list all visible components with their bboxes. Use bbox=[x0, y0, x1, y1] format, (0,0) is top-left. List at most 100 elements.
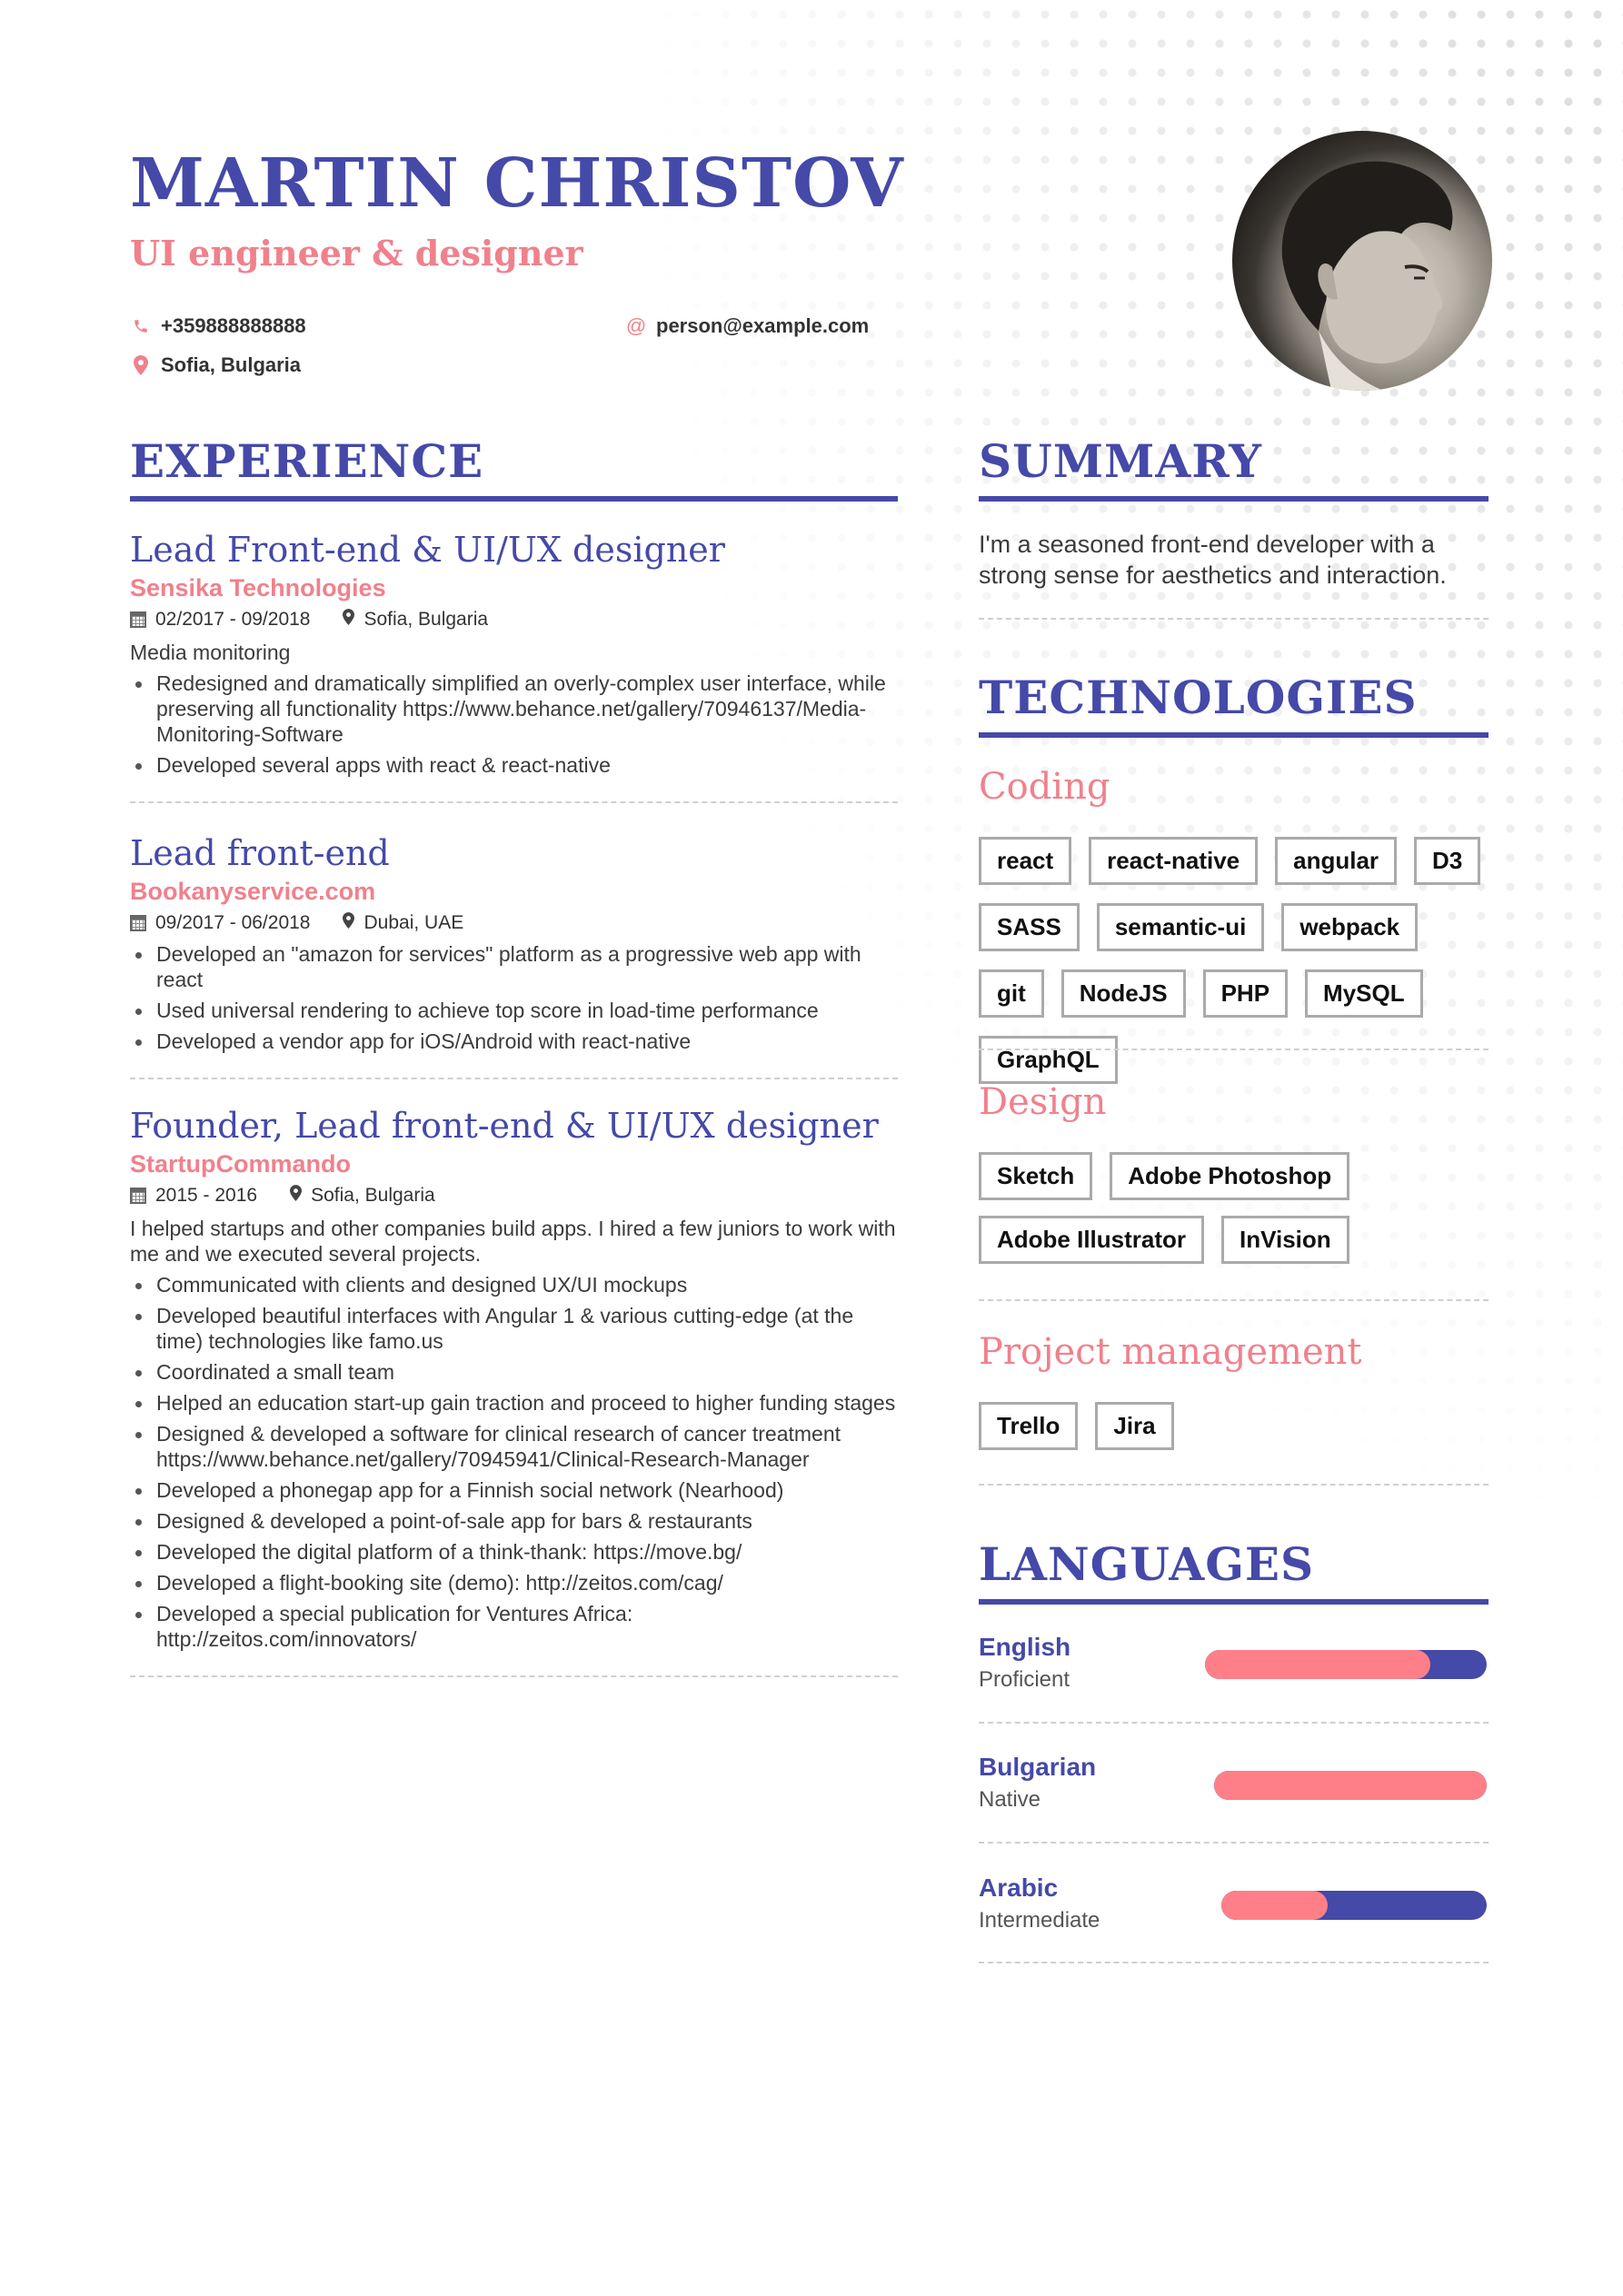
skill-tag: angular bbox=[1275, 837, 1398, 885]
job-entry: Founder, Lead front-end & UI/UX designer… bbox=[130, 1105, 898, 1677]
divider bbox=[130, 1675, 898, 1677]
job-meta: 2015 - 2016 Sofia, Bulgaria bbox=[130, 1183, 898, 1208]
job-dates: 02/2017 - 09/2018 bbox=[155, 609, 311, 630]
skill-tag: react-native bbox=[1089, 837, 1259, 885]
divider bbox=[979, 1722, 1489, 1724]
profile-photo bbox=[1232, 131, 1492, 391]
skill-tag: NodeJS bbox=[1060, 969, 1186, 1018]
job-entry: Lead Front-end & UI/UX designer Sensika … bbox=[130, 529, 898, 803]
job-bullet: Used universal rendering to achieve top … bbox=[130, 998, 898, 1023]
job-dates: 2015 - 2016 bbox=[155, 1185, 258, 1206]
job-bullets: Redesigned and dramatically simplified a… bbox=[130, 671, 898, 778]
language-proficiency-fill bbox=[1221, 1891, 1328, 1920]
job-meta: 02/2017 - 09/2018 Sofia, Bulgaria bbox=[130, 607, 898, 632]
job-title: Lead Front-end & UI/UX designer bbox=[130, 530, 725, 570]
location-pin-icon bbox=[343, 910, 355, 936]
job-bullet: Communicated with clients and designed U… bbox=[130, 1272, 898, 1297]
profile-photo-illustration bbox=[1281, 161, 1453, 391]
experience-section: EXPERIENCE Lead Front-end & UI/UX design… bbox=[130, 434, 898, 1677]
summary-heading: SUMMARY bbox=[979, 434, 1262, 488]
experience-heading: EXPERIENCE bbox=[130, 434, 484, 488]
divider bbox=[130, 1078, 898, 1079]
job-bullet: Developed a flight-booking site (demo): … bbox=[130, 1570, 898, 1595]
summary-section: SUMMARY I'm a seasoned front-end develop… bbox=[979, 434, 1489, 620]
job-bullet: Designed & developed a software for clin… bbox=[130, 1421, 898, 1472]
divider bbox=[979, 618, 1489, 620]
skill-tag: webpack bbox=[1281, 903, 1419, 951]
language-proficiency-bar bbox=[1214, 1771, 1487, 1800]
job-bullets: Developed an "amazon for services" platf… bbox=[130, 941, 898, 1054]
skill-tag: InVision bbox=[1221, 1216, 1349, 1264]
location-pin-icon bbox=[343, 607, 355, 632]
skill-tag: Jira bbox=[1095, 1402, 1174, 1450]
language-proficiency-fill bbox=[1205, 1650, 1430, 1679]
skill-tag: react bbox=[979, 837, 1072, 885]
job-description: Media monitoring bbox=[130, 641, 291, 664]
skill-tag: git bbox=[979, 969, 1044, 1018]
skill-tag: Trello bbox=[979, 1402, 1079, 1450]
languages-heading: LANGUAGES bbox=[979, 1537, 1315, 1591]
job-bullet: Redesigned and dramatically simplified a… bbox=[130, 671, 898, 747]
tech-group-title: Coding bbox=[979, 766, 1110, 808]
divider bbox=[979, 1049, 1489, 1050]
tech-group-title: Project management bbox=[979, 1331, 1362, 1373]
skill-tag: Adobe Photoshop bbox=[1110, 1152, 1350, 1200]
at-sign-icon: @ bbox=[625, 314, 647, 337]
job-bullet: Developed an "amazon for services" platf… bbox=[130, 941, 898, 992]
phone-icon bbox=[132, 318, 150, 334]
skill-tag: PHP bbox=[1202, 969, 1289, 1018]
summary-text: I'm a seasoned front-end developer with … bbox=[979, 531, 1447, 589]
tag-list: Adobe Illustrator InVision bbox=[979, 1216, 1489, 1264]
calendar-icon bbox=[130, 611, 146, 628]
calendar-icon bbox=[130, 915, 146, 931]
contact-phone: +359888888888 bbox=[132, 314, 306, 338]
job-meta: 09/2017 - 06/2018 Dubai, UAE bbox=[130, 910, 898, 936]
language-proficiency-bar bbox=[1205, 1650, 1487, 1679]
skill-tag: Sketch bbox=[979, 1152, 1093, 1200]
company-name: StartupCommando bbox=[130, 1150, 351, 1178]
contact-email: @ person@example.com bbox=[625, 314, 869, 338]
skill-tag: MySQL bbox=[1305, 969, 1423, 1018]
email-address[interactable]: person@example.com bbox=[656, 314, 869, 338]
languages-heading-rule bbox=[979, 1599, 1489, 1605]
location-text: Sofia, Bulgaria bbox=[161, 353, 302, 376]
skill-tag: GraphQL bbox=[979, 1036, 1118, 1084]
technologies-heading-rule bbox=[979, 732, 1489, 738]
job-title: Founder, Lead front-end & UI/UX designer bbox=[130, 1106, 879, 1146]
skill-tag: D3 bbox=[1414, 837, 1481, 885]
job-bullet: Developed a special publication for Vent… bbox=[130, 1601, 898, 1652]
job-bullet: Developed a phonegap app for a Finnish s… bbox=[130, 1477, 898, 1503]
tech-group-coding: Coding react react-native angular D3 SAS… bbox=[979, 765, 1489, 1084]
phone-number: +359888888888 bbox=[161, 314, 306, 337]
job-bullet: Coordinated a small team bbox=[130, 1359, 898, 1385]
skill-tag: Adobe Illustrator bbox=[979, 1216, 1205, 1264]
experience-heading-rule bbox=[130, 496, 898, 502]
language-item: Arabic Intermediate bbox=[979, 1873, 1489, 1945]
language-item: Bulgarian Native bbox=[979, 1752, 1489, 1824]
tech-group-design: Design Sketch Adobe Photoshop Adobe Illu… bbox=[979, 1080, 1489, 1264]
job-location: Dubai, UAE bbox=[363, 912, 464, 933]
tag-list: Sketch Adobe Photoshop bbox=[979, 1152, 1489, 1200]
job-bullet: Helped an education start-up gain tracti… bbox=[130, 1390, 898, 1416]
divider bbox=[130, 801, 898, 803]
languages-section: LANGUAGES bbox=[979, 1537, 1489, 1605]
tag-list: react react-native angular D3 SASS seman… bbox=[979, 837, 1489, 1084]
language-item: English Proficient bbox=[979, 1632, 1489, 1705]
job-bullet: Developed beautiful interfaces with Angu… bbox=[130, 1303, 898, 1354]
candidate-name: MARTIN CHRISTOV bbox=[130, 144, 904, 223]
job-description: I helped startups and other companies bu… bbox=[130, 1217, 896, 1266]
skill-tag: semantic-ui bbox=[1096, 903, 1265, 951]
technologies-heading: TECHNOLOGIES bbox=[979, 671, 1418, 724]
job-bullets: Communicated with clients and designed U… bbox=[130, 1272, 898, 1652]
technologies-section: TECHNOLOGIES bbox=[979, 671, 1489, 738]
location-pin-icon bbox=[132, 355, 150, 375]
job-bullet: Developed a vendor app for iOS/Android w… bbox=[130, 1029, 898, 1054]
contact-location: Sofia, Bulgaria bbox=[132, 353, 301, 377]
summary-heading-rule bbox=[979, 496, 1489, 502]
divider bbox=[979, 1299, 1489, 1301]
job-entry: Lead front-end Bookanyservice.com 09/201… bbox=[130, 832, 898, 1079]
location-pin-icon bbox=[290, 1183, 303, 1208]
job-bullet: Developed the digital platform of a thin… bbox=[130, 1539, 898, 1565]
skill-tag: SASS bbox=[979, 903, 1080, 951]
job-bullet: Developed several apps with react & reac… bbox=[130, 752, 898, 778]
